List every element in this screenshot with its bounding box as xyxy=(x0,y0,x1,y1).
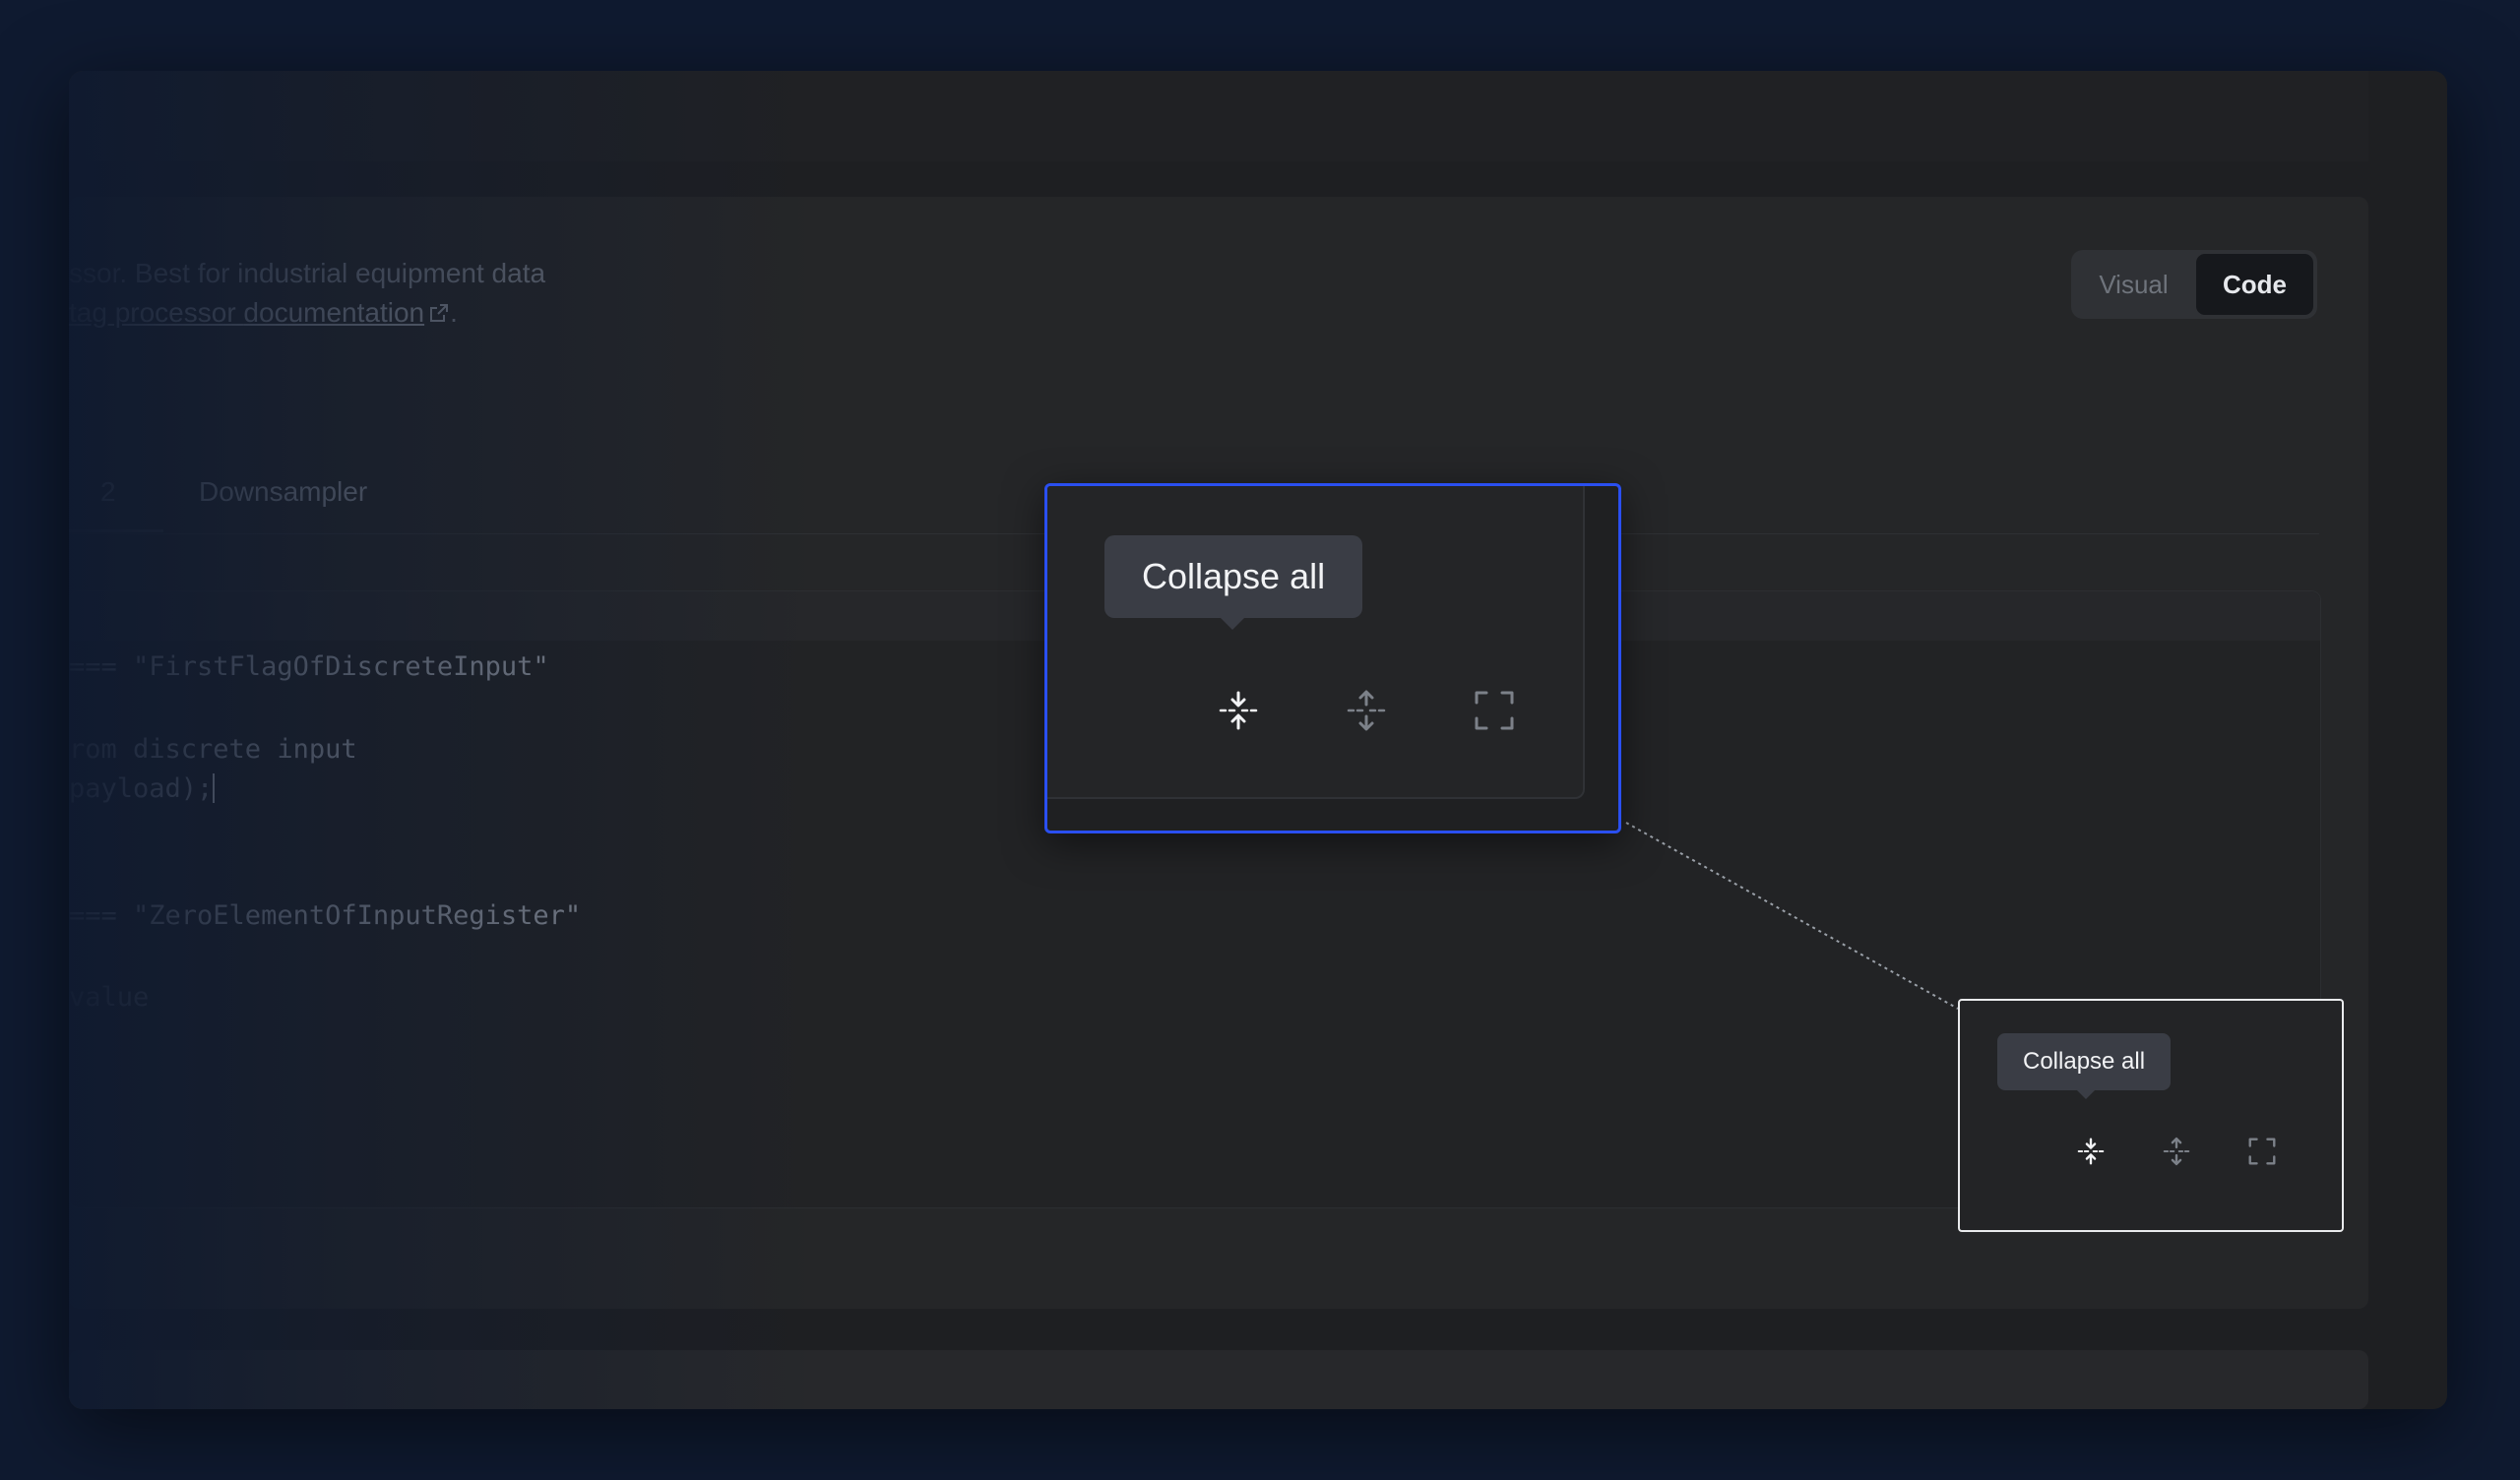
expand-all-icon[interactable] xyxy=(1345,689,1388,732)
collapse-all-tooltip: Collapse all xyxy=(1104,535,1363,630)
zoom-toolbar-area xyxy=(1047,486,1585,799)
zoom-callout: Collapse all xyxy=(1044,483,1621,833)
fullscreen-icon[interactable] xyxy=(2247,1137,2277,1166)
collapse-all-icon[interactable] xyxy=(2076,1137,2106,1166)
collapse-all-tooltip-small: Collapse all xyxy=(1997,1033,2172,1099)
expand-all-icon[interactable] xyxy=(2162,1137,2191,1166)
toolbar-highlight-box: Collapse all xyxy=(1958,999,2344,1232)
fullscreen-icon[interactable] xyxy=(1473,689,1516,732)
collapse-all-icon[interactable] xyxy=(1217,689,1260,732)
